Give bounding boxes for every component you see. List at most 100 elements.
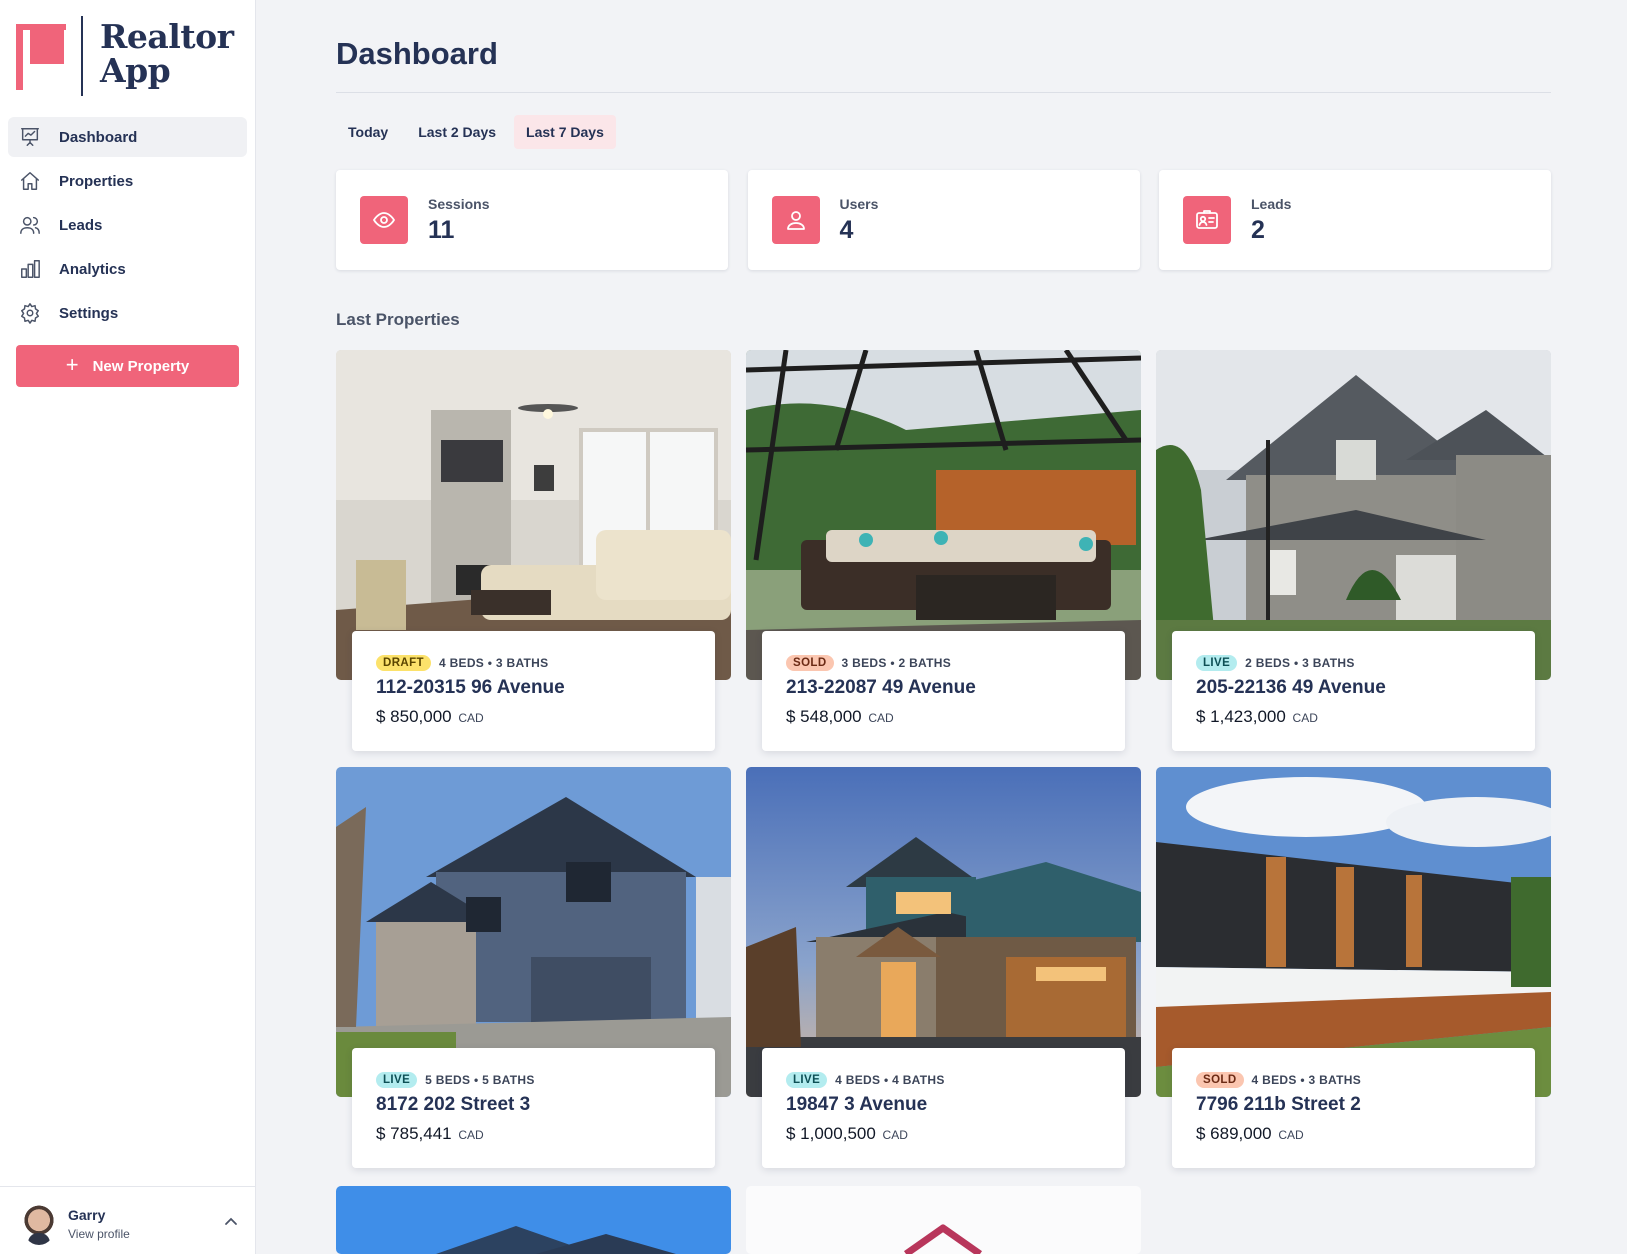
title-divider: [336, 92, 1551, 93]
new-property-label: New Property: [92, 357, 190, 375]
status-badge: LIVE: [376, 1072, 418, 1088]
property-info[interactable]: SOLD 3 BEDS • 2 BATHS 213-22087 49 Avenu…: [762, 631, 1125, 751]
users-icon: [18, 213, 42, 237]
property-details: 5 BEDS • 5 BATHS: [425, 1073, 535, 1087]
sidebar-item-label: Settings: [59, 304, 119, 322]
price-value: $ 850,000: [376, 707, 452, 726]
property-meta: LIVE 4 BEDS • 4 BATHS: [786, 1072, 945, 1088]
price-value: $ 689,000: [1196, 1124, 1272, 1143]
section-title: Last Properties: [336, 310, 460, 329]
property-price: $ 1,423,000 CAD: [1196, 707, 1318, 727]
property-details: 2 BEDS • 3 BATHS: [1245, 656, 1355, 670]
home-placeholder-icon: [903, 1224, 983, 1254]
bar-chart-icon: [18, 257, 42, 281]
tab-last-2-days[interactable]: Last 2 Days: [406, 115, 508, 149]
tab-last-7-days[interactable]: Last 7 Days: [514, 115, 616, 149]
property-details: 3 BEDS • 2 BATHS: [841, 656, 952, 670]
property-info[interactable]: LIVE 5 BEDS • 5 BATHS 8172 202 Street 3 …: [352, 1048, 715, 1168]
stat-label: Users: [839, 196, 879, 212]
property-info[interactable]: LIVE 2 BEDS • 3 BATHS 205-22136 49 Avenu…: [1172, 631, 1535, 751]
sidebar-item-label: Dashboard: [59, 128, 138, 146]
property-meta: SOLD 3 BEDS • 2 BATHS: [786, 655, 951, 671]
tab-today[interactable]: Today: [336, 115, 400, 149]
property-info[interactable]: DRAFT 4 BEDS • 3 BATHS 112-20315 96 Aven…: [352, 631, 715, 751]
property-info[interactable]: LIVE 4 BEDS • 4 BATHS 19847 3 Avenue $ 1…: [762, 1048, 1125, 1168]
price-value: $ 1,423,000: [1196, 707, 1286, 726]
property-price: $ 689,000 CAD: [1196, 1124, 1304, 1144]
sidebar-item-label: Analytics: [59, 260, 126, 278]
property-price: $ 548,000 CAD: [786, 707, 894, 727]
stat-card-leads: Leads 2: [1159, 170, 1551, 270]
property-price: $ 1,000,500 CAD: [786, 1124, 908, 1144]
app-name-line2: App: [100, 51, 171, 90]
property-card[interactable]: SOLD 3 BEDS • 2 BATHS 213-22087 49 Avenu…: [746, 350, 1141, 751]
profile-name: Garry: [68, 1207, 106, 1223]
stat-card-sessions: Sessions 11: [336, 170, 728, 270]
property-card[interactable]: LIVE 4 BEDS • 4 BATHS 19847 3 Avenue $ 1…: [746, 767, 1141, 1168]
property-price: $ 785,441 CAD: [376, 1124, 484, 1144]
property-address: 7796 211b Street 2: [1196, 1094, 1361, 1115]
stat-value: 2: [1251, 216, 1265, 244]
sidebar-item-label: Properties: [59, 172, 134, 190]
chevron-up-icon[interactable]: [224, 1215, 238, 1229]
sidebar: Realtor App Dashboard Properties Leads A…: [0, 0, 256, 1254]
price-currency: CAD: [1278, 1128, 1304, 1142]
property-card[interactable]: DRAFT 4 BEDS • 3 BATHS 112-20315 96 Aven…: [336, 350, 731, 751]
status-badge: SOLD: [786, 655, 834, 671]
property-price: $ 850,000 CAD: [376, 707, 484, 727]
app-logo[interactable]: Realtor App: [16, 16, 246, 98]
eye-icon: [360, 196, 408, 244]
property-meta: LIVE 5 BEDS • 5 BATHS: [376, 1072, 535, 1088]
logo-divider: [81, 16, 83, 96]
profile-section[interactable]: Garry View profile: [0, 1186, 256, 1254]
price-value: $ 548,000: [786, 707, 862, 726]
property-address: 205-22136 49 Avenue: [1196, 677, 1386, 698]
stat-label: Sessions: [428, 196, 490, 212]
avatar: [22, 1205, 56, 1245]
price-currency: CAD: [868, 711, 894, 725]
sidebar-item-properties[interactable]: Properties: [8, 161, 247, 201]
stat-label: Leads: [1251, 196, 1292, 212]
property-meta: DRAFT 4 BEDS • 3 BATHS: [376, 655, 548, 671]
sidebar-item-dashboard[interactable]: Dashboard: [8, 117, 247, 157]
page-title: Dashboard: [336, 36, 498, 71]
stat-card-users: Users 4: [747, 170, 1140, 270]
property-card-placeholder[interactable]: [746, 1186, 1141, 1254]
property-card[interactable]: [336, 1186, 731, 1254]
stats-row: Sessions 11 Users 4 Leads 2: [336, 170, 1551, 270]
property-details: 4 BEDS • 3 BATHS: [438, 656, 549, 670]
property-details: 4 BEDS • 3 BATHS: [1251, 1073, 1362, 1087]
home-icon: [18, 169, 42, 193]
stat-value: 4: [839, 216, 854, 244]
property-card[interactable]: SOLD 4 BEDS • 3 BATHS 7796 211b Street 2…: [1156, 767, 1551, 1168]
gear-icon: [18, 301, 42, 325]
plus-icon: +: [65, 352, 79, 377]
view-profile-link[interactable]: View profile: [68, 1227, 130, 1241]
sign-logo-icon: [16, 24, 66, 90]
sidebar-item-settings[interactable]: Settings: [8, 293, 247, 333]
sidebar-item-leads[interactable]: Leads: [8, 205, 247, 245]
status-badge: SOLD: [1196, 1072, 1244, 1088]
price-currency: CAD: [458, 1128, 484, 1142]
price-currency: CAD: [882, 1128, 908, 1142]
property-address: 213-22087 49 Avenue: [786, 677, 976, 698]
property-card[interactable]: LIVE 2 BEDS • 3 BATHS 205-22136 49 Avenu…: [1156, 350, 1551, 751]
property-card[interactable]: LIVE 5 BEDS • 5 BATHS 8172 202 Street 3 …: [336, 767, 731, 1168]
price-currency: CAD: [1292, 711, 1318, 725]
new-property-button[interactable]: + New Property: [16, 345, 239, 387]
sidebar-item-analytics[interactable]: Analytics: [8, 249, 247, 289]
property-meta: LIVE 2 BEDS • 3 BATHS: [1196, 655, 1355, 671]
status-badge: LIVE: [786, 1072, 828, 1088]
app-name: Realtor App: [100, 17, 234, 90]
property-address: 8172 202 Street 3: [376, 1094, 531, 1115]
property-meta: SOLD 4 BEDS • 3 BATHS: [1196, 1072, 1361, 1088]
property-address: 112-20315 96 Avenue: [376, 677, 565, 698]
sidebar-nav: Dashboard Properties Leads Analytics Set…: [8, 117, 247, 337]
price-currency: CAD: [458, 711, 484, 725]
status-badge: LIVE: [1196, 655, 1238, 671]
date-range-tabs: Today Last 2 Days Last 7 Days: [336, 115, 622, 149]
stat-value: 11: [428, 216, 455, 244]
property-photo[interactable]: [336, 1186, 731, 1254]
property-info[interactable]: SOLD 4 BEDS • 3 BATHS 7796 211b Street 2…: [1172, 1048, 1535, 1168]
app-name-line1: Realtor: [100, 17, 234, 56]
